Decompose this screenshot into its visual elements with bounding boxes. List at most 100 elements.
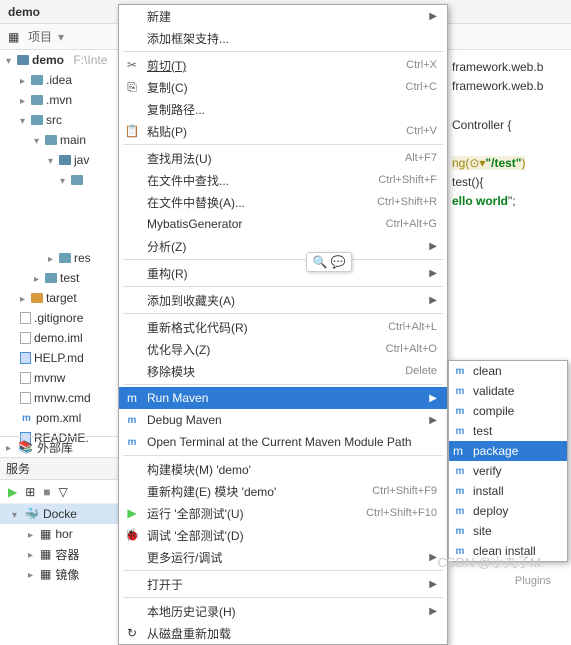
comment-hint-icon[interactable]: 💬 xyxy=(331,255,345,269)
chevron-right-icon: ▶ xyxy=(429,415,437,426)
separator xyxy=(123,384,443,385)
submenu-compile[interactable]: mcompile xyxy=(449,401,567,421)
submenu-package[interactable]: mpackage xyxy=(449,441,567,461)
external-libs[interactable]: ▸📚外部库 xyxy=(0,436,130,458)
chevron-right-icon: ▶ xyxy=(429,393,437,404)
separator xyxy=(123,259,443,260)
tree-res[interactable]: ▸res xyxy=(0,248,130,268)
docker-images[interactable]: ▸▦镜像 xyxy=(0,564,130,584)
folder-icon xyxy=(71,175,83,185)
submenu-site[interactable]: msite xyxy=(449,521,567,541)
maven-icon: m xyxy=(453,424,467,438)
folder-icon xyxy=(59,155,71,165)
search-hint-icon[interactable]: 🔍 xyxy=(313,255,327,269)
menu-morerun[interactable]: 更多运行/调试▶ xyxy=(119,546,447,568)
container-icon: ▦ xyxy=(40,547,51,561)
submenu-install[interactable]: minstall xyxy=(449,481,567,501)
separator xyxy=(123,286,443,287)
menu-remove[interactable]: 移除模块Delete xyxy=(119,360,447,382)
menu-analyze[interactable]: 分析(Z)▶ xyxy=(119,235,447,257)
tree-help[interactable]: HELP.md xyxy=(0,348,130,368)
filter-icon[interactable]: ▽ xyxy=(59,485,68,499)
tree-mvnwcmd[interactable]: mvnw.cmd xyxy=(0,388,130,408)
submenu-validate[interactable]: mvalidate xyxy=(449,381,567,401)
code-line: framework.web.b xyxy=(452,58,567,77)
menu-paste[interactable]: 📋粘贴(P)Ctrl+V xyxy=(119,120,447,142)
tree-mvn[interactable]: ▸.mvn xyxy=(0,90,130,110)
copy-icon: ⎘ xyxy=(125,80,139,94)
submenu-clean[interactable]: mclean xyxy=(449,361,567,381)
plugins-label[interactable]: Plugins xyxy=(515,575,551,587)
submenu-deploy[interactable]: mdeploy xyxy=(449,501,567,521)
maven-icon: m xyxy=(453,504,467,518)
menu-replaceinfiles[interactable]: 在文件中替换(A)...Ctrl+Shift+R xyxy=(119,191,447,213)
file-icon xyxy=(20,312,31,324)
chevron-right-icon: ▶ xyxy=(429,241,437,252)
tree-pkg[interactable]: ▾ xyxy=(0,170,130,190)
run-icon[interactable]: ▶ xyxy=(8,485,17,499)
tree-test[interactable]: ▸test xyxy=(0,268,130,288)
file-icon xyxy=(20,372,31,384)
docker-containers[interactable]: ▸▦容器 xyxy=(0,544,130,564)
menu-openterminal[interactable]: mOpen Terminal at the Current Maven Modu… xyxy=(119,431,447,453)
menu-findinfiles[interactable]: 在文件中查找...Ctrl+Shift+F xyxy=(119,169,447,191)
tree-src[interactable]: ▾src xyxy=(0,110,130,130)
maven-debug-icon: m xyxy=(125,413,139,427)
menu-new[interactable]: 新建▶ xyxy=(119,5,447,27)
menu-mybatis[interactable]: MybatisGeneratorCtrl+Alt+G xyxy=(119,213,447,235)
menu-debugall[interactable]: 🐞调试 '全部测试'(D) xyxy=(119,524,447,546)
menu-buildmodule[interactable]: 构建模块(M) 'demo' xyxy=(119,458,447,480)
menu-copy[interactable]: ⎘复制(C)Ctrl+C xyxy=(119,76,447,98)
menu-localhistory[interactable]: 本地历史记录(H)▶ xyxy=(119,600,447,622)
menu-debugmaven[interactable]: mDebug Maven▶ xyxy=(119,409,447,431)
menu-findusages[interactable]: 查找用法(U)Alt+F7 xyxy=(119,147,447,169)
menu-reformat[interactable]: 重新格式化代码(R)Ctrl+Alt+L xyxy=(119,316,447,338)
menu-reload[interactable]: ↻从磁盘重新加载 xyxy=(119,622,447,644)
folder-icon xyxy=(31,293,43,303)
tree-main[interactable]: ▾main xyxy=(0,130,130,150)
tree-java[interactable]: ▾jav xyxy=(0,150,130,170)
menu-optimize[interactable]: 优化导入(Z)Ctrl+Alt+O xyxy=(119,338,447,360)
tree-idea[interactable]: ▸.idea xyxy=(0,70,130,90)
tree-target[interactable]: ▸target xyxy=(0,288,130,308)
separator xyxy=(123,597,443,598)
menu-refactor[interactable]: 重构(R)▶ xyxy=(119,262,447,284)
code-editor[interactable]: framework.web.b framework.web.b Controll… xyxy=(448,50,571,220)
maven-icon: m xyxy=(453,484,467,498)
context-menu: 新建▶ 添加框架支持... ✂剪切(T)Ctrl+X ⎘复制(C)Ctrl+C … xyxy=(118,4,448,645)
breadcrumb-root[interactable]: demo xyxy=(8,5,40,19)
tree-pom[interactable]: mpom.xml xyxy=(0,408,130,428)
stop-icon[interactable]: ■ xyxy=(43,485,50,499)
expand-icon[interactable]: ▾ xyxy=(6,56,14,64)
reload-icon: ↻ xyxy=(125,626,139,640)
menu-cut[interactable]: ✂剪切(T)Ctrl+X xyxy=(119,54,447,76)
menu-openin[interactable]: 打开于▶ xyxy=(119,573,447,595)
tree-mvnw[interactable]: mvnw xyxy=(0,368,130,388)
menu-rebuild[interactable]: 重新构建(E) 模块 'demo'Ctrl+Shift+F9 xyxy=(119,480,447,502)
watermark: CSDN @小丸子M xyxy=(438,552,541,571)
maven-icon: m xyxy=(453,404,467,418)
menu-runmaven[interactable]: mRun Maven▶ xyxy=(119,387,447,409)
menu-addfav[interactable]: 添加到收藏夹(A)▶ xyxy=(119,289,447,311)
project-label[interactable]: 项目 xyxy=(28,28,52,45)
tree-icon[interactable]: ⊞ xyxy=(25,485,35,499)
docker-icon: 🐳 xyxy=(24,507,39,521)
tree-demoiml[interactable]: demo.iml xyxy=(0,328,130,348)
submenu-test[interactable]: mtest xyxy=(449,421,567,441)
submenu-verify[interactable]: mverify xyxy=(449,461,567,481)
menu-addframework[interactable]: 添加框架支持... xyxy=(119,27,447,49)
menu-copypath[interactable]: 复制路径... xyxy=(119,98,447,120)
debug-icon: 🐞 xyxy=(125,528,139,542)
menu-runall[interactable]: ▶运行 '全部测试'(U)Ctrl+Shift+F10 xyxy=(119,502,447,524)
docker-hor[interactable]: ▸▦hor xyxy=(0,524,130,544)
docker-node[interactable]: ▾🐳Docke xyxy=(0,504,130,524)
services-panel: 服务 ▶ ⊞ ■ ▽ ▾🐳Docke ▸▦hor ▸▦容器 ▸▦镜像 xyxy=(0,458,130,584)
maven-run-icon: m xyxy=(125,391,139,405)
folder-icon xyxy=(45,273,57,283)
tree-root[interactable]: ▾demo F:\Inte xyxy=(0,50,130,70)
code-line: ng(⊙▾"/test") xyxy=(452,154,567,173)
tree-gitignore[interactable]: .gitignore xyxy=(0,308,130,328)
chevron-right-icon: ▶ xyxy=(429,579,437,590)
services-header[interactable]: 服务 xyxy=(0,458,130,480)
dropdown-icon[interactable]: ▾ xyxy=(58,30,64,44)
